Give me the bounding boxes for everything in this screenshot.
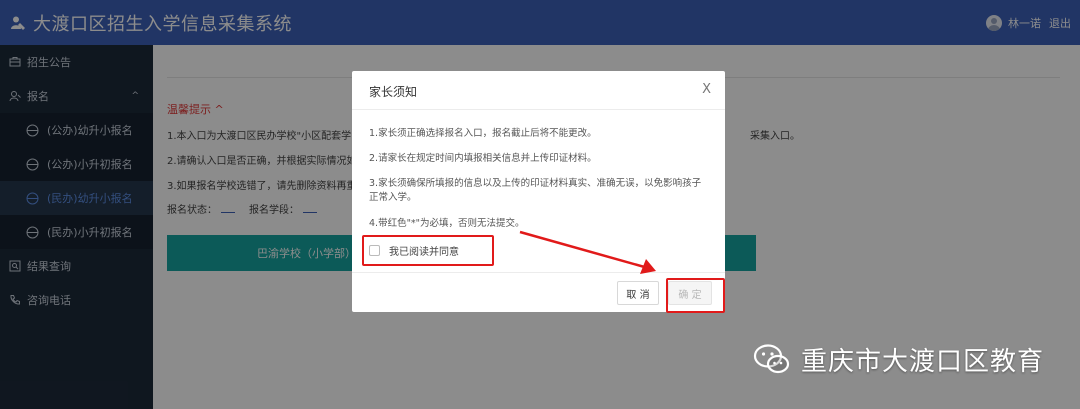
dialog-line-3: 3.家长须确保所填报的信息以及上传的印证材料真实、准确无误，以免影响孩子正常入学… — [369, 178, 702, 203]
divider — [352, 109, 725, 110]
parent-notice-dialog: 家长须知 X 1.家长须正确选择报名入口，报名截止后将不能更改。 2.请家长在规… — [352, 71, 725, 312]
highlight-box-agree — [362, 235, 494, 266]
dialog-line-1: 1.家长须正确选择报名入口，报名截止后将不能更改。 — [369, 128, 597, 139]
divider — [352, 272, 725, 273]
dialog-title: 家长须知 — [369, 85, 418, 99]
watermark: 重庆市大渡口区教育 — [752, 339, 1044, 379]
dialog-line-2: 2.请家长在规定时间内填报相关信息并上传印证材料。 — [369, 153, 597, 164]
dialog-line-4: 4.带红色"*"为必填，否则无法提交。 — [369, 218, 525, 229]
watermark-text: 重庆市大渡口区教育 — [801, 346, 1045, 377]
close-icon[interactable]: X — [702, 82, 711, 97]
highlight-box-confirm — [666, 278, 725, 313]
wechat-icon — [753, 344, 790, 374]
cancel-button[interactable]: 取 消 — [617, 281, 659, 305]
